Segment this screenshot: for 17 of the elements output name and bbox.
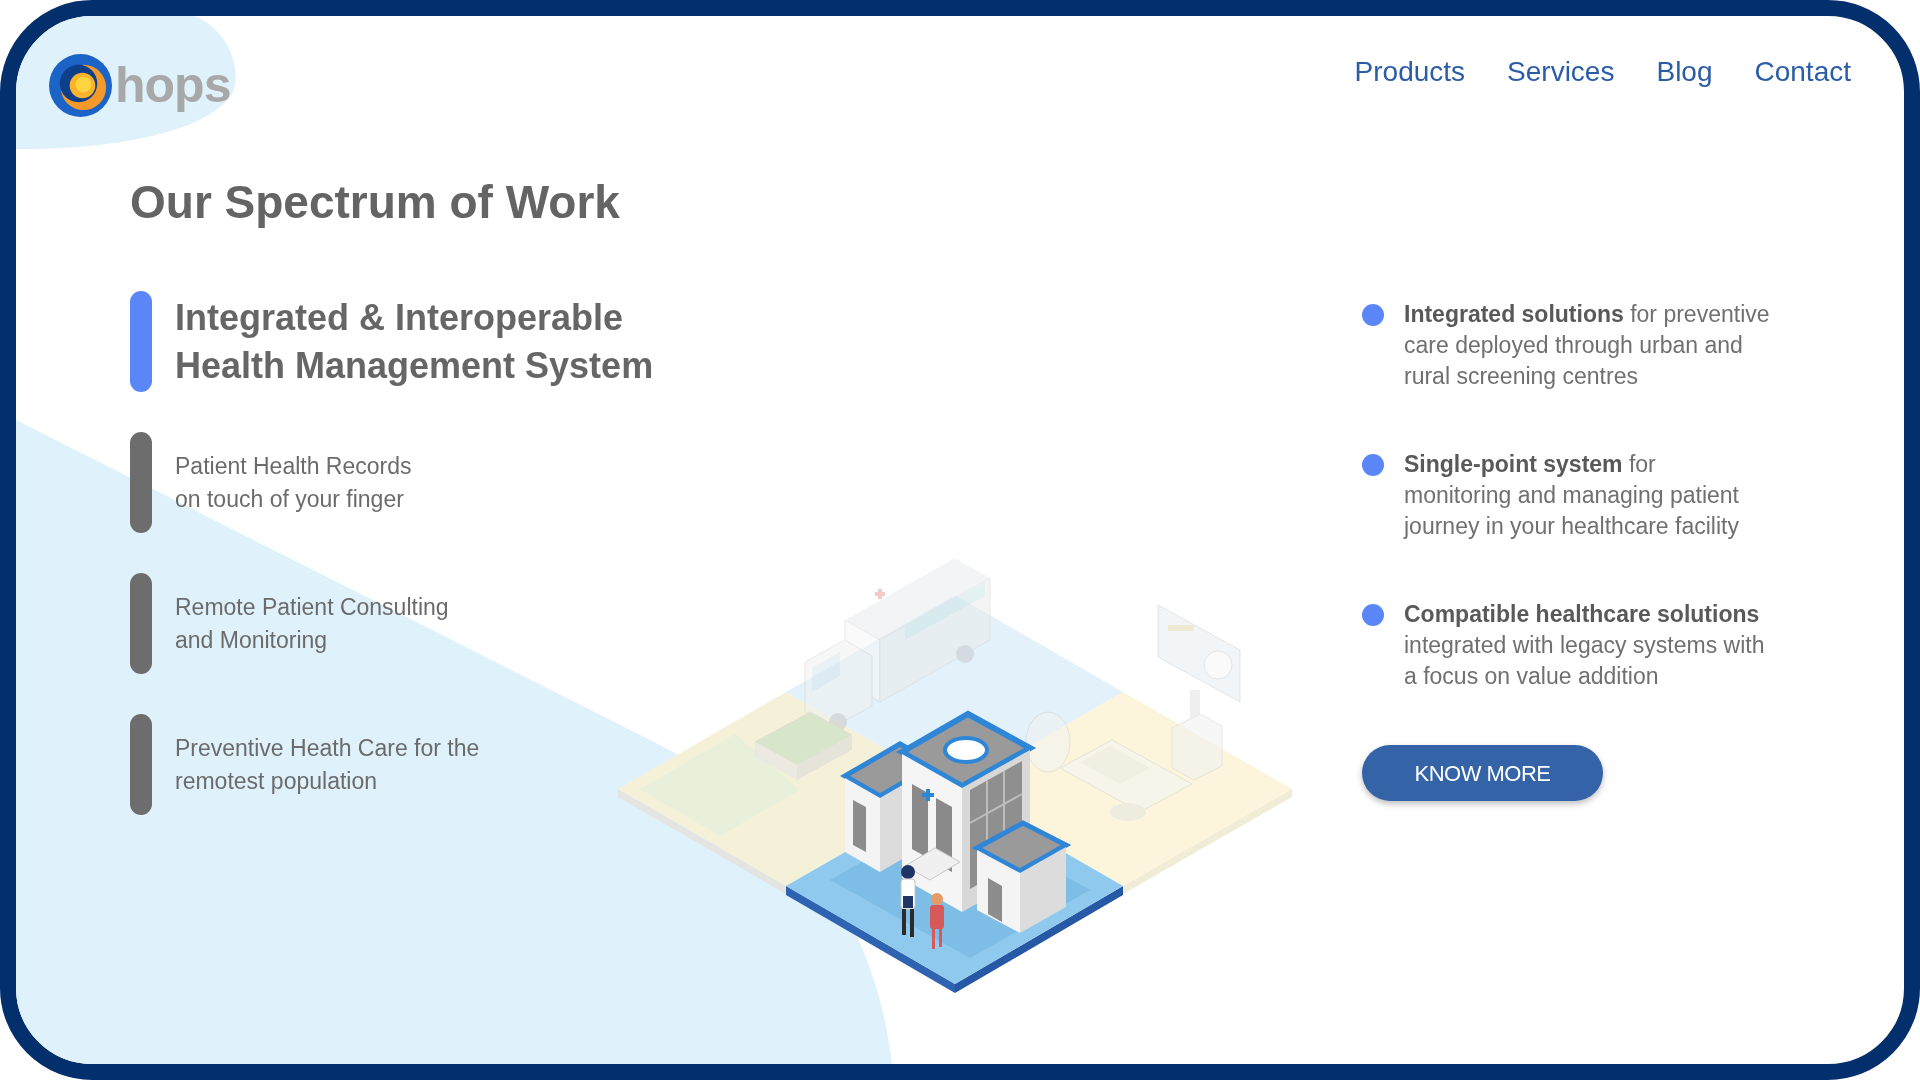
nav-link[interactable]: Services [1507,54,1615,90]
know-more-button[interactable]: KNOW MORE [1362,745,1603,801]
nav-link[interactable]: Contact [1754,54,1851,90]
bullet-icon [1362,604,1384,626]
feature-tab[interactable]: Patient Health Records on touch of your finger [175,449,412,516]
logo-icon [49,54,112,117]
bullet-icon [1362,304,1384,326]
highlight-text: Compatible healthcare solutions integrated with legacy systems with a focus on value addition [1404,600,1765,691]
feature-tab[interactable]: Remote Patient Consulting and Monitoring [175,590,449,657]
feature-tab[interactable]: Preventive Heath Care for the remotest population [175,731,480,798]
page-heading: Our Spectrum of Work [130,175,620,230]
nav-link[interactable]: Products [1354,54,1466,90]
highlight-text: Integrated solutions for preventive care deployed through urban and rural screening centres [1404,300,1770,391]
bullet-icon [1362,454,1384,476]
nav-link[interactable]: Blog [1656,54,1713,90]
highlight-text: Single-point system for monitoring and managing patient journey in your healthcare facility [1404,450,1739,541]
feature-tab[interactable]: Integrated & Interoperable Health Management System [175,293,654,390]
